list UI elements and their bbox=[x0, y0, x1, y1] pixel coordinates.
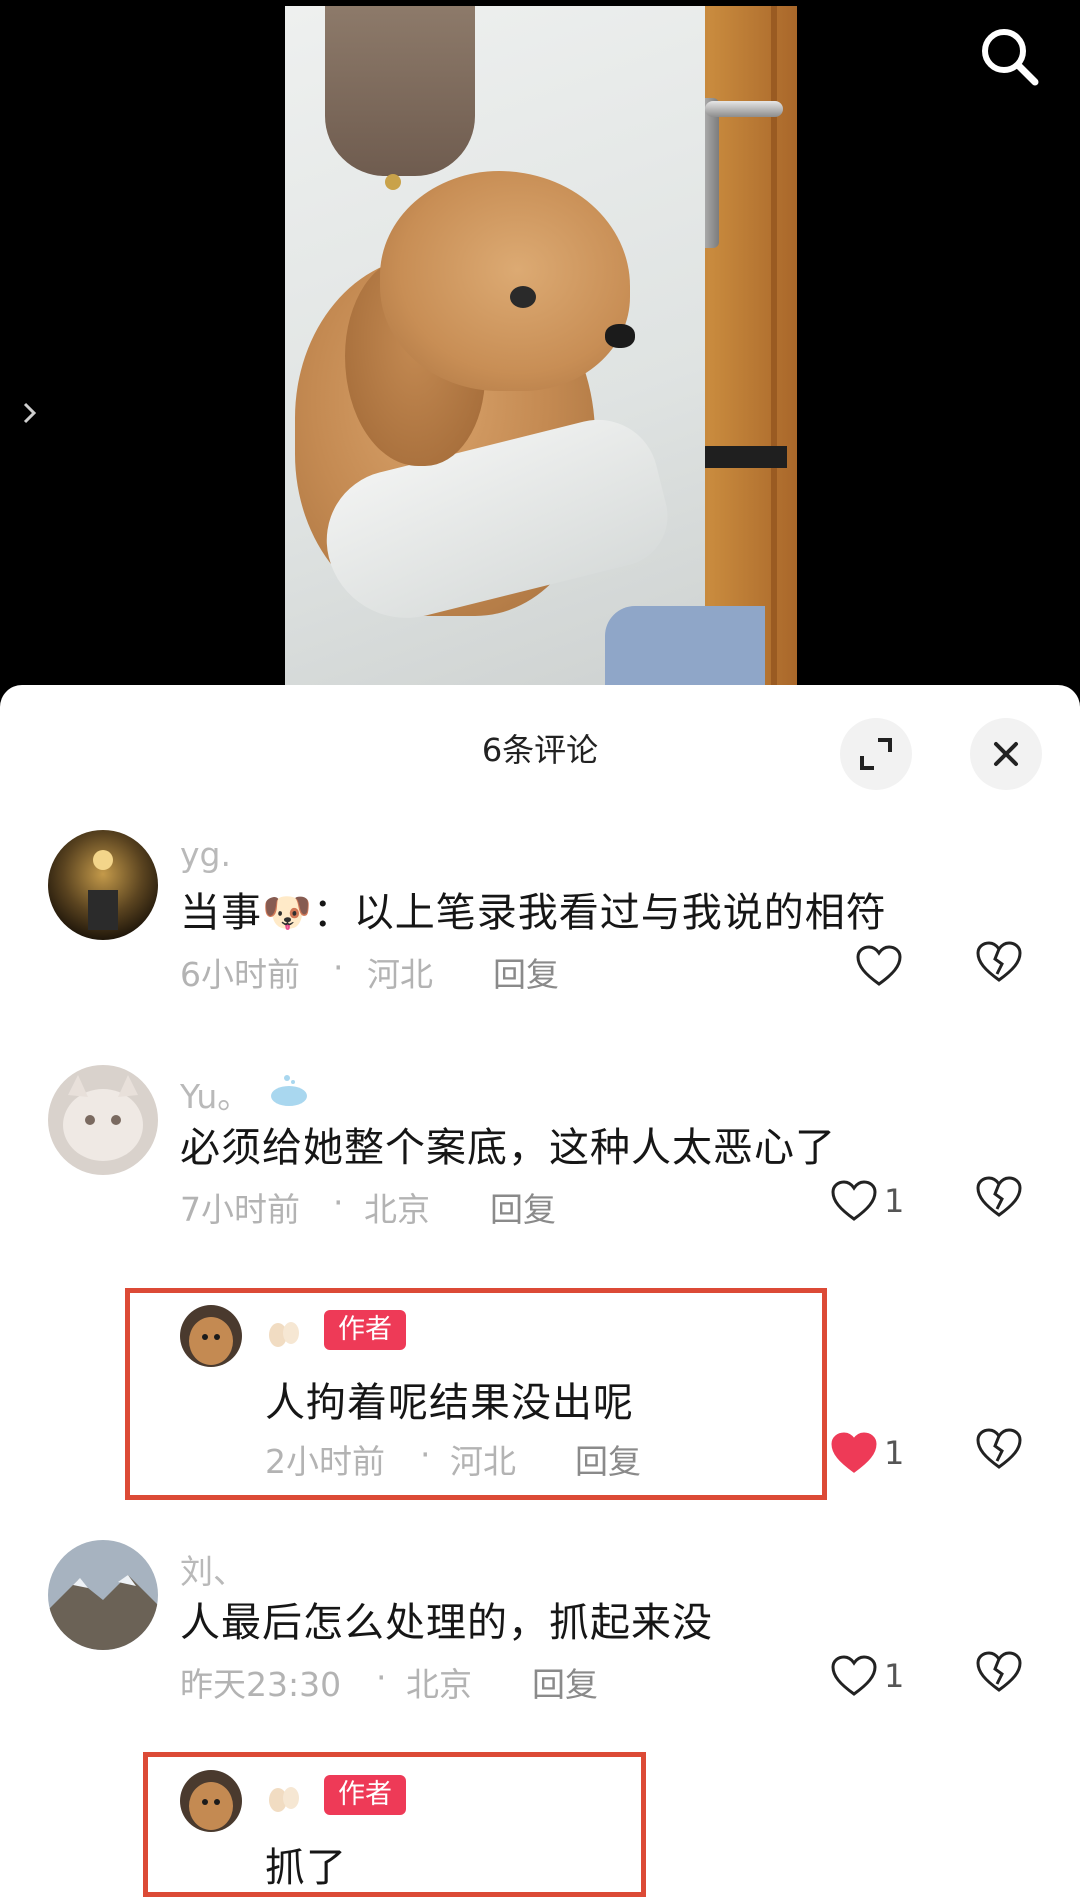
search-icon bbox=[982, 29, 1039, 86]
hands-icon bbox=[269, 1322, 299, 1347]
video-player[interactable] bbox=[0, 0, 1080, 700]
comment-text: 人最后怎么处理的，抓起来没 bbox=[180, 1600, 713, 1646]
like-button[interactable]: 1 bbox=[830, 1175, 904, 1227]
comment-time: 7小时前 bbox=[180, 1190, 300, 1229]
expand-button[interactable] bbox=[840, 718, 912, 790]
avatar-image bbox=[48, 1065, 158, 1175]
dislike-button[interactable] bbox=[975, 1175, 1027, 1227]
comment-location: 北京 bbox=[364, 1190, 430, 1229]
comment-time: 6小时前 bbox=[180, 955, 300, 994]
separator-dot: · bbox=[333, 1183, 344, 1222]
avatar-image bbox=[180, 1770, 242, 1832]
avatar[interactable] bbox=[180, 1305, 242, 1367]
comment-text: 必须给她整个案底，这种人太恶心了 bbox=[180, 1125, 836, 1171]
hands-icon bbox=[269, 1787, 299, 1812]
close-button[interactable] bbox=[970, 718, 1042, 790]
comment-location: 北京 bbox=[406, 1665, 472, 1704]
like-count: 1 bbox=[884, 1657, 905, 1695]
heart-icon bbox=[856, 945, 902, 986]
heart-icon bbox=[831, 1180, 877, 1221]
dislike-button[interactable] bbox=[975, 940, 1027, 992]
avatar[interactable] bbox=[180, 1770, 242, 1832]
comment-sheet: 6条评论 yg. 当事🐶：以上笔录我看过与我说的相符 6小时前 · 河北 回复 bbox=[0, 685, 1080, 1900]
search-button[interactable] bbox=[975, 22, 1045, 92]
like-count: 1 bbox=[884, 1182, 905, 1220]
whale-icon bbox=[271, 1075, 307, 1106]
separator-dot: · bbox=[333, 948, 344, 987]
comment-time: 昨天23:30 bbox=[180, 1665, 342, 1704]
neck bbox=[325, 6, 475, 176]
reply-button[interactable]: 回复 bbox=[493, 948, 559, 996]
separator-dot: · bbox=[376, 1658, 387, 1697]
dog-eye bbox=[510, 286, 536, 308]
comment-author[interactable]: Yu。 bbox=[180, 1070, 250, 1118]
avatar[interactable] bbox=[48, 1540, 158, 1650]
avatar-image bbox=[48, 830, 158, 940]
comment-time: 2小时前 bbox=[265, 1442, 385, 1481]
necklace-pendant bbox=[385, 174, 401, 190]
separator-dot: · bbox=[420, 1435, 431, 1474]
comment-text: 抓了 bbox=[265, 1845, 347, 1891]
comment-text: 当事🐶：以上笔录我看过与我说的相符 bbox=[180, 890, 887, 936]
heart-icon bbox=[831, 1432, 877, 1473]
author-badge: 作者 bbox=[324, 1310, 406, 1350]
dog-nose bbox=[605, 324, 635, 348]
chevron-right-icon bbox=[23, 402, 37, 424]
avatar-image bbox=[48, 1540, 158, 1650]
avatar-image bbox=[180, 1305, 242, 1367]
side-panel-button[interactable] bbox=[18, 396, 42, 430]
expand-icon bbox=[860, 738, 892, 770]
close-icon bbox=[994, 742, 1018, 766]
like-button[interactable]: 1 bbox=[830, 1650, 904, 1702]
reply-button[interactable]: 回复 bbox=[532, 1658, 598, 1706]
video-frame[interactable] bbox=[285, 6, 797, 700]
heart-icon bbox=[831, 1655, 877, 1696]
comment-author[interactable]: yg. bbox=[180, 835, 231, 874]
comment-text: 人拘着呢结果没出呢 bbox=[265, 1380, 634, 1426]
like-button[interactable] bbox=[855, 940, 903, 992]
broken-heart-icon bbox=[976, 1651, 1022, 1692]
broken-heart-icon bbox=[976, 941, 1022, 982]
like-button[interactable]: 1 bbox=[830, 1427, 904, 1479]
author-badge: 作者 bbox=[324, 1775, 406, 1815]
comment-location: 河北 bbox=[450, 1442, 516, 1481]
avatar[interactable] bbox=[48, 830, 158, 940]
reply-button[interactable]: 回复 bbox=[490, 1183, 556, 1231]
comment-author[interactable]: 刘、 bbox=[180, 1545, 246, 1593]
broken-heart-icon bbox=[976, 1176, 1022, 1217]
broken-heart-icon bbox=[976, 1428, 1022, 1469]
door-handle bbox=[705, 101, 783, 117]
like-count: 1 bbox=[884, 1434, 905, 1472]
dislike-button[interactable] bbox=[975, 1650, 1027, 1702]
comment-count-title: 6条评论 bbox=[481, 731, 599, 769]
dislike-button[interactable] bbox=[975, 1427, 1027, 1479]
comment-location: 河北 bbox=[367, 955, 433, 994]
avatar[interactable] bbox=[48, 1065, 158, 1175]
reply-button[interactable]: 回复 bbox=[575, 1435, 641, 1483]
